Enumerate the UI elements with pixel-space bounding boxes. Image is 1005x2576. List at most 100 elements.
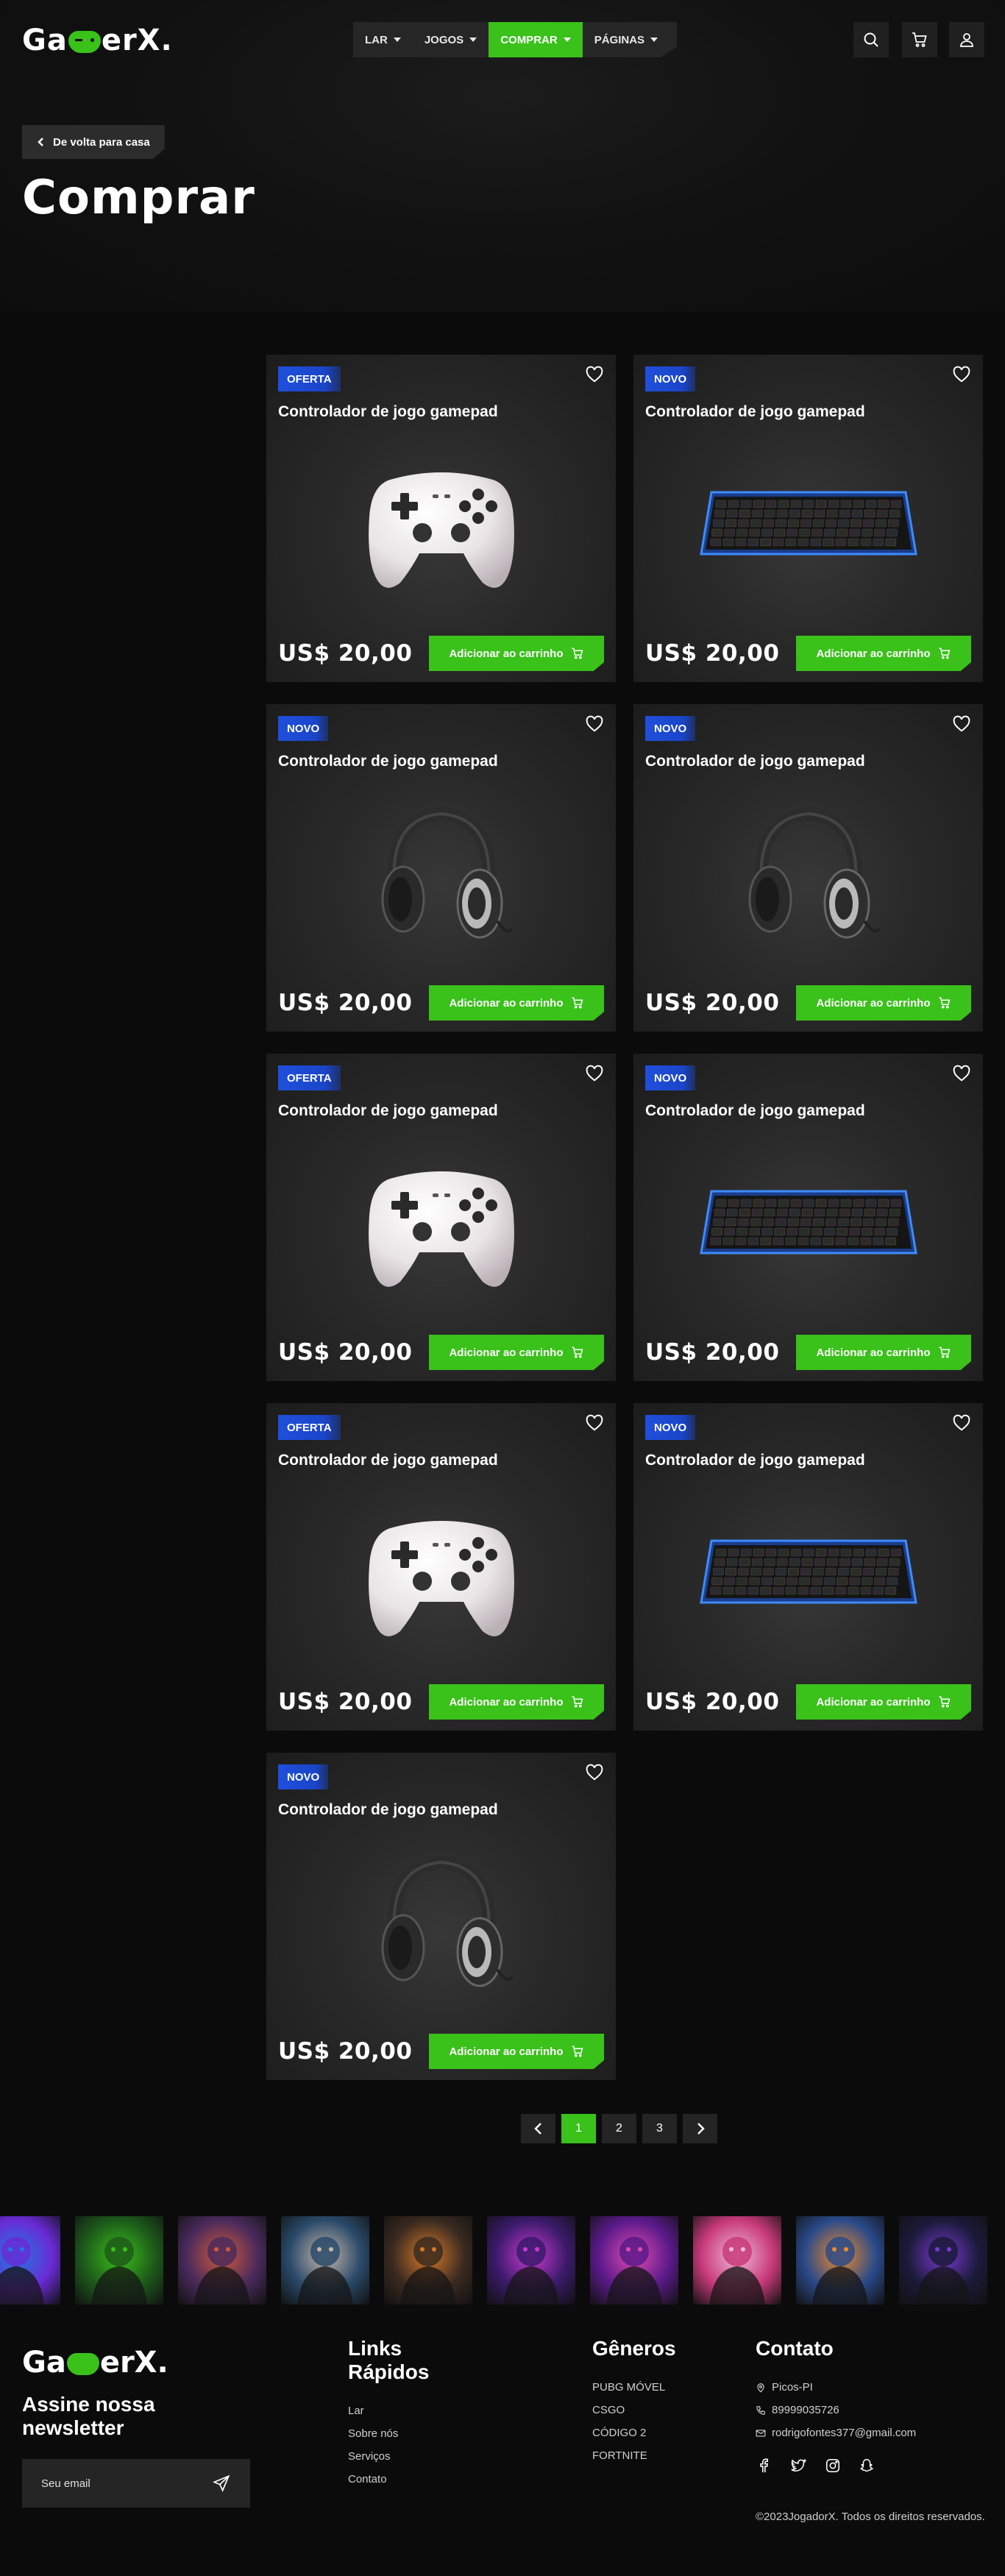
product-image[interactable] [266, 1834, 616, 2010]
nav-item-lar[interactable]: LAR [353, 22, 413, 57]
heart-icon[interactable] [952, 714, 971, 734]
gallery-image[interactable] [384, 2216, 472, 2304]
add-to-cart-button[interactable]: Adicionar ao carrinho [429, 1684, 604, 1720]
gallery-image[interactable] [590, 2216, 678, 2304]
product-title[interactable]: Controlador de jogo gamepad [645, 753, 865, 770]
headset-image [381, 806, 514, 939]
twitter-icon[interactable] [789, 2458, 807, 2474]
footer-link-sobre[interactable]: Sobre nós [348, 2427, 398, 2440]
footer-link-servicos[interactable]: Serviços [348, 2450, 398, 2463]
product-title[interactable]: Controlador de jogo gamepad [278, 753, 498, 770]
add-to-cart-button[interactable]: Adicionar ao carrinho [796, 636, 971, 671]
product-image[interactable] [266, 1484, 616, 1661]
genre-link[interactable]: CÓDIGO 2 [592, 2427, 665, 2439]
heart-icon[interactable] [952, 365, 971, 384]
gallery-image[interactable] [796, 2216, 884, 2304]
add-to-cart-button[interactable]: Adicionar ao carrinho [796, 1684, 971, 1720]
snapchat-icon[interactable] [859, 2458, 875, 2474]
heart-icon[interactable] [585, 1064, 604, 1083]
product-card[interactable]: OFERTA Controlador de jogo gamepad US$ 2… [266, 1054, 616, 1381]
heart-icon[interactable] [585, 1763, 604, 1782]
product-card[interactable]: NOVO Controlador de jogo gamepad US$ 20,… [633, 1054, 983, 1381]
gallery-image[interactable] [487, 2216, 575, 2304]
footer-logo[interactable]: Ga erX. [22, 2344, 168, 2381]
site-logo[interactable]: Ga erX. [22, 22, 173, 59]
mail-icon [756, 2429, 766, 2437]
product-card[interactable]: OFERTA Controlador de jogo gamepad US$ 2… [266, 1403, 616, 1731]
product-image[interactable] [266, 1135, 616, 1311]
product-card[interactable]: NOVO Controlador de jogo gamepad US$ 20,… [633, 1403, 983, 1731]
product-card[interactable]: NOVO Controlador de jogo gamepad US$ 20,… [633, 355, 983, 682]
add-to-cart-button[interactable]: Adicionar ao carrinho [796, 1335, 971, 1370]
contact-email[interactable]: rodrigofontes377@gmail.com [756, 2427, 916, 2439]
add-to-cart-label: Adicionar ao carrinho [449, 1695, 564, 1709]
add-to-cart-label: Adicionar ao carrinho [816, 996, 931, 1010]
genre-link[interactable]: PUBG MÓVEL [592, 2381, 665, 2394]
headset-image [748, 806, 881, 939]
contact-phone[interactable]: 89999035726 [756, 2404, 916, 2416]
product-title[interactable]: Controlador de jogo gamepad [645, 403, 865, 421]
gallery-image[interactable] [899, 2216, 987, 2304]
add-to-cart-label: Adicionar ao carrinho [449, 996, 564, 1010]
social-links [756, 2458, 875, 2474]
logo-text-end: erX. [99, 2346, 168, 2380]
cart-icon [572, 647, 583, 659]
nav-item-paginas[interactable]: PÁGINAS [583, 22, 677, 57]
heart-icon[interactable] [952, 1413, 971, 1433]
heart-icon[interactable] [585, 365, 604, 384]
product-card[interactable]: NOVO Controlador de jogo gamepad US$ 20,… [266, 704, 616, 1032]
nav-item-jogos[interactable]: JOGOS [413, 22, 489, 57]
nav-label: COMPRAR [500, 33, 558, 46]
add-to-cart-button[interactable]: Adicionar ao carrinho [429, 636, 604, 671]
product-image[interactable] [633, 785, 983, 962]
add-to-cart-button[interactable]: Adicionar ao carrinho [796, 985, 971, 1021]
back-home-button[interactable]: De volta para casa [22, 125, 165, 159]
newsletter-email-input[interactable] [41, 2477, 203, 2490]
page-button-1[interactable]: 1 [561, 2114, 596, 2143]
product-title[interactable]: Controlador de jogo gamepad [645, 1102, 865, 1120]
heart-icon[interactable] [952, 1064, 971, 1083]
product-image[interactable] [266, 436, 616, 612]
page-button-3[interactable]: 3 [642, 2114, 677, 2143]
gallery-image[interactable] [693, 2216, 781, 2304]
product-title[interactable]: Controlador de jogo gamepad [278, 1801, 498, 1819]
product-title[interactable]: Controlador de jogo gamepad [278, 1102, 498, 1120]
product-card[interactable]: NOVO Controlador de jogo gamepad US$ 20,… [633, 704, 983, 1032]
product-title[interactable]: Controlador de jogo gamepad [645, 1452, 865, 1469]
prev-page-button[interactable] [521, 2114, 555, 2143]
product-card[interactable]: NOVO Controlador de jogo gamepad US$ 20,… [266, 1753, 616, 2080]
add-to-cart-button[interactable]: Adicionar ao carrinho [429, 985, 604, 1021]
product-title[interactable]: Controlador de jogo gamepad [278, 1452, 498, 1469]
next-page-button[interactable] [683, 2114, 717, 2143]
heart-icon[interactable] [585, 1413, 604, 1433]
genre-link[interactable]: FORTNITE [592, 2449, 665, 2462]
product-badge: NOVO [645, 366, 696, 391]
gallery-image[interactable] [75, 2216, 163, 2304]
instagram-icon[interactable] [825, 2458, 841, 2474]
genre-link[interactable]: CSGO [592, 2404, 665, 2416]
logo-text-start: Ga [22, 2346, 66, 2380]
gallery-image[interactable] [178, 2216, 266, 2304]
product-card[interactable]: OFERTA Controlador de jogo gamepad US$ 2… [266, 355, 616, 682]
gallery-image[interactable] [0, 2216, 60, 2304]
nav-item-comprar[interactable]: COMPRAR [489, 22, 583, 57]
product-image[interactable] [633, 1135, 983, 1311]
send-icon[interactable] [212, 2474, 231, 2493]
product-image[interactable] [633, 1484, 983, 1661]
product-image[interactable] [633, 436, 983, 612]
page-button-2[interactable]: 2 [602, 2114, 636, 2143]
product-image[interactable] [266, 785, 616, 962]
cart-button[interactable] [902, 22, 937, 57]
footer-link-contato[interactable]: Contato [348, 2473, 398, 2485]
gallery-image[interactable] [281, 2216, 369, 2304]
product-price: US$ 20,00 [645, 990, 780, 1016]
search-button[interactable] [853, 22, 889, 57]
facebook-icon[interactable] [756, 2458, 772, 2474]
heart-icon[interactable] [585, 714, 604, 734]
add-to-cart-button[interactable]: Adicionar ao carrinho [429, 1335, 604, 1370]
product-title[interactable]: Controlador de jogo gamepad [278, 403, 498, 421]
add-to-cart-button[interactable]: Adicionar ao carrinho [429, 2034, 604, 2069]
account-button[interactable] [949, 22, 984, 57]
caret-down-icon [650, 38, 658, 42]
footer-link-lar[interactable]: Lar [348, 2405, 398, 2417]
